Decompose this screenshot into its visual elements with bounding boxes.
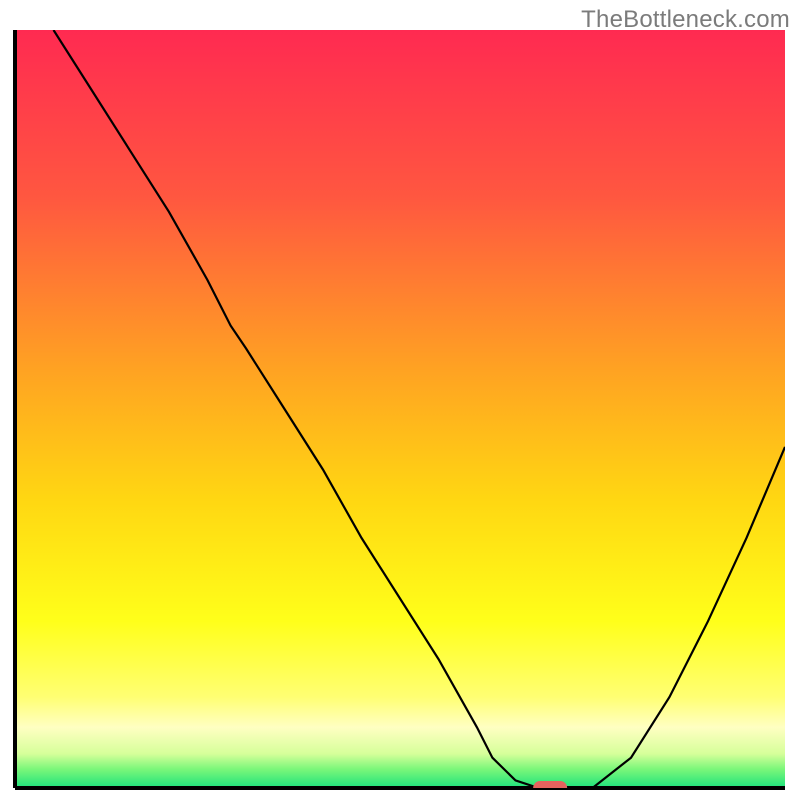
- bottleneck-chart: [0, 0, 800, 800]
- plot-background: [15, 30, 785, 788]
- optimal-marker: [533, 781, 567, 795]
- chart-container: TheBottleneck.com: [0, 0, 800, 800]
- watermark-text: TheBottleneck.com: [581, 6, 790, 34]
